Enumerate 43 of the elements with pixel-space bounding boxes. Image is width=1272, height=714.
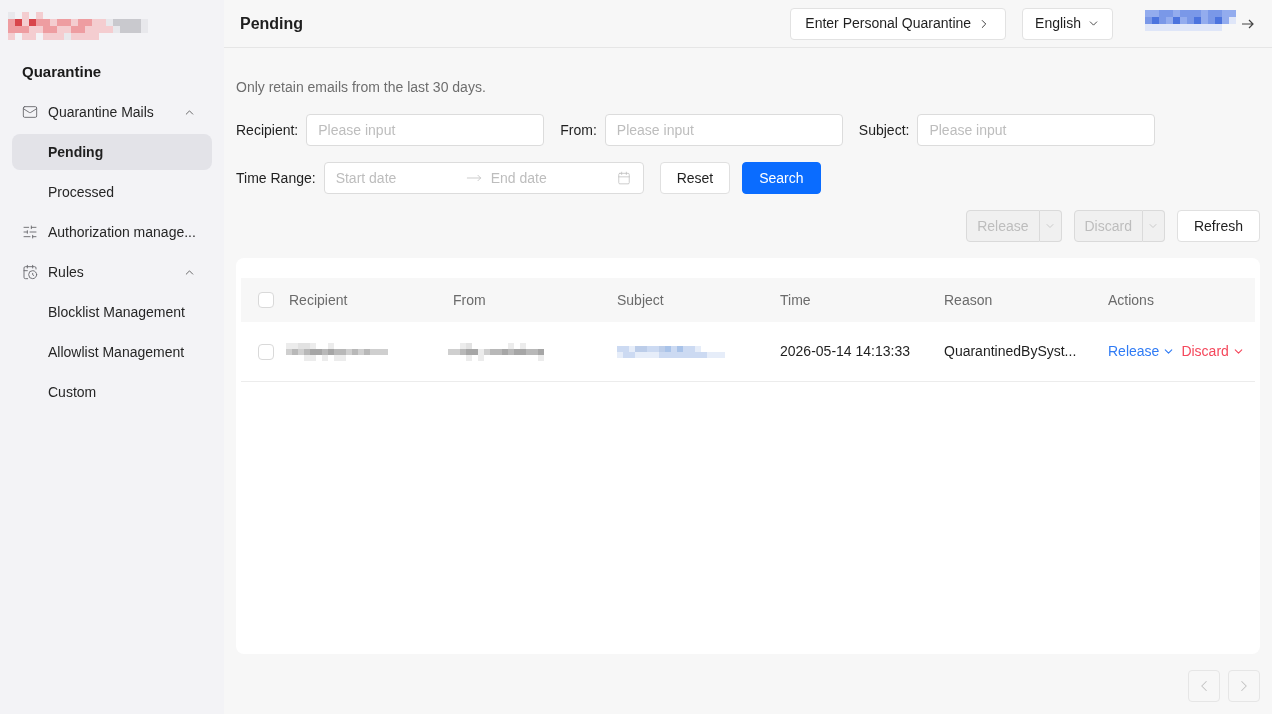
text-input-field[interactable]: Please input [604, 114, 843, 146]
sidebar-item[interactable]: Allowlist Management [12, 334, 212, 370]
mail-icon [22, 104, 38, 120]
checkbox[interactable] [258, 292, 274, 308]
field-label: From: [560, 120, 597, 140]
sidebar-item[interactable]: Custom [12, 374, 212, 410]
reset-button[interactable]: Reset [659, 162, 731, 194]
sidebar-title: Quarantine [22, 62, 103, 82]
table-cell-text: QuarantinedBySyst... [944, 342, 1078, 361]
sidebar-item[interactable]: Rules [12, 254, 212, 290]
sidebar-item[interactable]: Blocklist Management [12, 294, 212, 330]
column-header: Time [780, 290, 812, 310]
checkbox[interactable] [258, 343, 274, 360]
calendar-clock-icon [22, 264, 38, 280]
field-label: Recipient: [236, 120, 299, 140]
arrow-right-icon[interactable] [1242, 18, 1254, 29]
text-input-field[interactable]: Please input [917, 114, 1156, 146]
retention-note: Only retain emails from the last 30 days. [236, 78, 487, 97]
column-header: Recipient [289, 290, 349, 310]
sidebar-item[interactable]: Processed [12, 174, 212, 210]
date-range-field[interactable]: Start date End date [323, 162, 644, 194]
column-header: Subject [617, 290, 665, 310]
action-link[interactable]: Release [1108, 341, 1176, 362]
calendar-icon [616, 171, 631, 185]
refresh-button[interactable]: Refresh [1176, 210, 1260, 242]
table-cell-text: 2026-05-14 14:13:33 [780, 342, 911, 361]
sidebar-item[interactable]: Quarantine Mails [12, 94, 212, 130]
language-dropdown[interactable]: English [1022, 7, 1113, 40]
end-date-input[interactable]: End date [490, 167, 611, 189]
sidebar-item[interactable]: Pending [12, 134, 212, 170]
text-input-field[interactable]: Please input [306, 114, 545, 146]
column-header: From [453, 290, 487, 310]
field-label: Subject: [858, 120, 910, 140]
sidebar-item[interactable]: Authorization manage... [12, 214, 212, 250]
field-label: Time Range: [236, 168, 316, 188]
column-header: Reason [944, 290, 994, 310]
page-title: Pending [240, 13, 304, 34]
column-header: Actions [1108, 290, 1155, 310]
search-button[interactable]: Search [742, 162, 821, 194]
start-date-input[interactable]: Start date [335, 167, 466, 189]
enter-personal-quarantine-button[interactable]: Enter Personal Quarantine [790, 7, 1007, 40]
sliders-icon [22, 224, 38, 240]
action-link[interactable]: Discard [1181, 341, 1245, 362]
